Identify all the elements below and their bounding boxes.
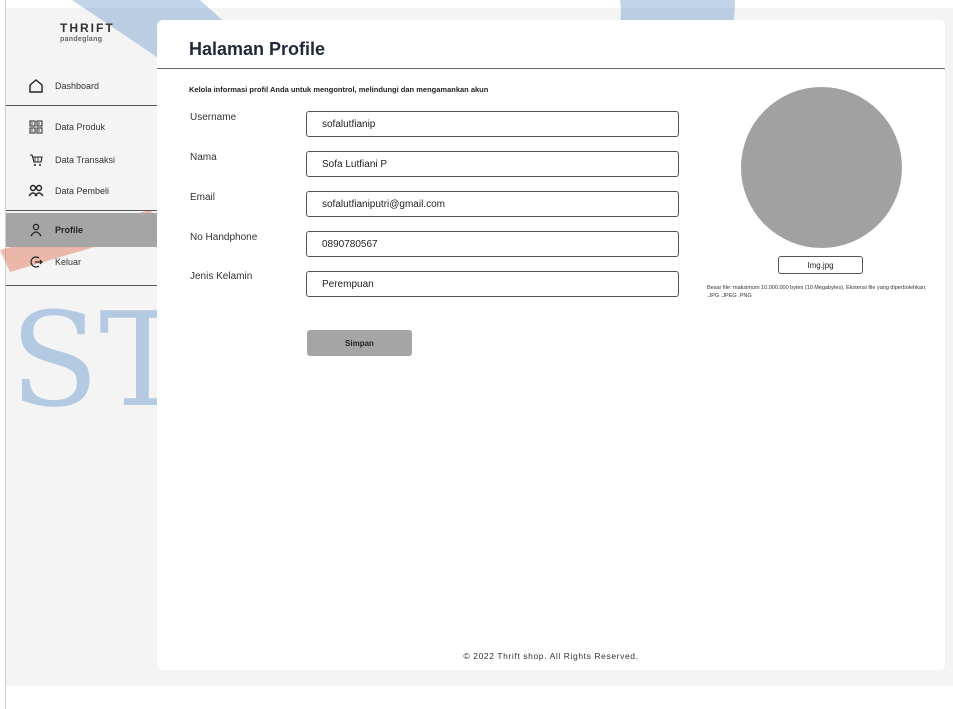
user-icon bbox=[26, 220, 46, 240]
choose-image-button[interactable]: Img.jpg bbox=[778, 256, 863, 274]
nama-label: Nama bbox=[190, 152, 217, 163]
home-icon bbox=[26, 76, 46, 96]
username-label: Username bbox=[190, 112, 237, 123]
sidebar-item-dashboard[interactable]: Dashboard bbox=[6, 71, 157, 101]
page-title: Halaman Profile bbox=[189, 39, 326, 59]
brand-logo: THRIFT pandeglang bbox=[60, 21, 115, 43]
gender-input[interactable] bbox=[306, 271, 679, 297]
username-input[interactable] bbox=[306, 111, 679, 137]
users-icon bbox=[26, 181, 46, 201]
cart-icon bbox=[26, 150, 46, 170]
sidebar-item-data-produk[interactable]: Data Produk bbox=[6, 112, 157, 142]
profile-card: Halaman Profile Kelola informasi profil … bbox=[157, 20, 945, 670]
sidebar: THRIFT pandeglang Dashboard Data Produk bbox=[6, 8, 157, 288]
sidebar-item-label: Keluar bbox=[55, 257, 82, 267]
avatar bbox=[741, 87, 902, 248]
sidebar-item-label: Data Transaksi bbox=[55, 155, 116, 165]
barcode-icon bbox=[26, 117, 46, 137]
bottom-strip bbox=[0, 686, 953, 709]
brand-subtitle: pandeglang bbox=[60, 36, 103, 43]
sidebar-item-profile[interactable]: Profile bbox=[6, 213, 157, 247]
page-subtitle: Kelola informasi profil Anda untuk mengo… bbox=[189, 85, 489, 94]
sidebar-divider bbox=[6, 105, 157, 106]
nama-input[interactable] bbox=[306, 151, 679, 177]
sidebar-item-label: Dashboard bbox=[55, 81, 100, 91]
sidebar-divider bbox=[6, 210, 157, 211]
phone-label: No Handphone bbox=[190, 232, 258, 243]
sidebar-item-data-transaksi[interactable]: Data Transaksi bbox=[6, 145, 157, 175]
sidebar-item-label: Profile bbox=[55, 225, 84, 235]
file-size-note: Besar file: maksimum 10.000.000 bytes (1… bbox=[707, 285, 927, 299]
top-strip bbox=[0, 0, 953, 8]
phone-input[interactable] bbox=[306, 231, 679, 257]
app-frame: THRIFT pandeglang Dashboard Data Produk bbox=[0, 0, 953, 709]
sidebar-item-keluar[interactable]: Keluar bbox=[6, 247, 157, 277]
title-divider bbox=[157, 68, 945, 69]
gender-label: Jenis Kelamin bbox=[190, 271, 253, 282]
save-button[interactable]: Simpan bbox=[307, 330, 412, 356]
brand-name: THRIFT bbox=[60, 21, 115, 35]
footer-copyright: © 2022 Thrift shop. All Rights Reserved. bbox=[463, 651, 639, 661]
sidebar-divider bbox=[6, 285, 157, 286]
email-label: Email bbox=[190, 192, 216, 203]
sidebar-item-label: Data Produk bbox=[55, 122, 106, 132]
email-input[interactable] bbox=[306, 191, 679, 217]
logout-icon bbox=[26, 252, 46, 272]
sidebar-item-data-pembeli[interactable]: Data Pembeli bbox=[6, 176, 157, 206]
sidebar-item-label: Data Pembeli bbox=[55, 186, 110, 196]
